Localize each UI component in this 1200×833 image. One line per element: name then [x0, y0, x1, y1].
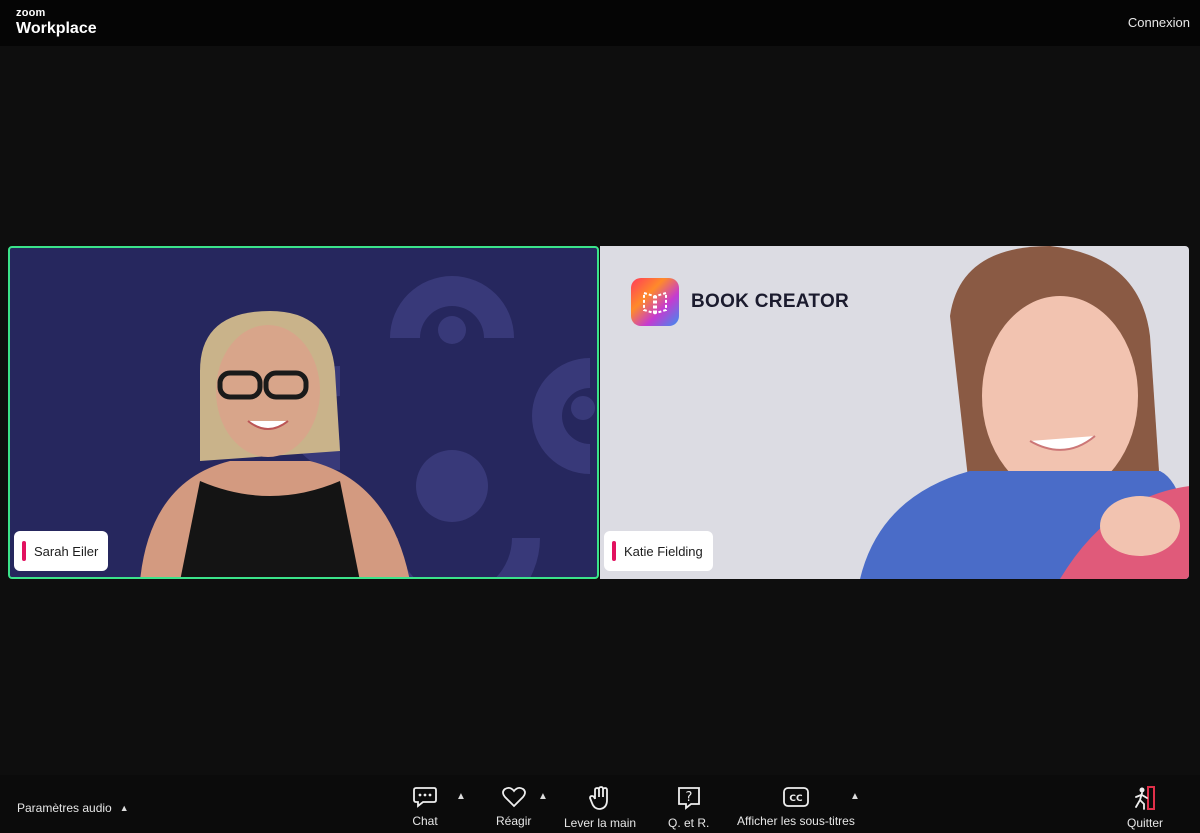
name-tag-accent [612, 541, 616, 561]
zoom-workplace-logo: zoom Workplace [16, 8, 97, 37]
svg-text:CC: CC [789, 794, 803, 804]
video-tile-katie[interactable]: BOOK CREATOR Katie Fielding [600, 246, 1189, 579]
chevron-up-icon[interactable]: ▲ [120, 803, 129, 813]
chevron-up-icon[interactable]: ▲ [538, 791, 548, 802]
brand-big: Workplace [16, 20, 97, 37]
participant-name: Sarah Eiler [34, 543, 99, 559]
participant-video-katie [860, 246, 1189, 579]
participant-name: Katie Fielding [624, 543, 703, 559]
heart-icon [501, 786, 526, 808]
signin-link[interactable]: Connexion [1128, 15, 1190, 30]
svg-text:?: ? [685, 790, 692, 805]
chevron-up-icon[interactable]: ▲ [456, 791, 466, 802]
meeting-toolbar: Paramètres audio ▲ Chat ▲ Réagir ▲ Lever… [0, 775, 1200, 833]
raise-hand-button[interactable]: Lever la main [564, 785, 636, 830]
leave-button[interactable]: Quitter [1127, 785, 1163, 830]
audio-settings-button[interactable]: Paramètres audio ▲ [17, 801, 129, 815]
participant-name-tag: Sarah Eiler [14, 531, 109, 571]
captions-label: Afficher les sous-titres [737, 814, 855, 828]
chat-button[interactable]: Chat [412, 785, 438, 828]
raise-hand-label: Lever la main [564, 816, 637, 830]
video-tile-sarah[interactable]: Sarah Eiler [8, 246, 599, 579]
name-tag-accent [22, 541, 26, 561]
question-icon: ? [677, 787, 700, 810]
react-label: Réagir [496, 814, 532, 828]
cc-icon: CC [783, 787, 809, 807]
hand-icon [589, 786, 608, 810]
chat-label: Chat [412, 814, 438, 828]
participant-video-sarah [140, 311, 410, 577]
chevron-up-icon[interactable]: ▲ [850, 791, 860, 802]
leave-label: Quitter [1127, 816, 1164, 830]
top-bar: zoom Workplace Connexion [0, 0, 1200, 46]
leave-icon [1135, 786, 1155, 810]
qa-label: Q. et R. [668, 816, 710, 830]
qa-button[interactable]: ? Q. et R. [668, 785, 709, 830]
book-creator-logo-icon [631, 278, 679, 326]
react-button[interactable]: Réagir [496, 785, 531, 828]
audio-settings-label: Paramètres audio [17, 801, 112, 815]
captions-button[interactable]: CC Afficher les sous-titres [737, 785, 855, 828]
video-stage: Sarah Eiler BOOK CREATOR Katie Fielding [0, 46, 1200, 775]
book-creator-logo-text: BOOK CREATOR [691, 291, 850, 312]
brand-small: zoom [16, 7, 46, 19]
chat-icon [413, 787, 437, 808]
participant-name-tag: Katie Fielding [604, 531, 713, 571]
